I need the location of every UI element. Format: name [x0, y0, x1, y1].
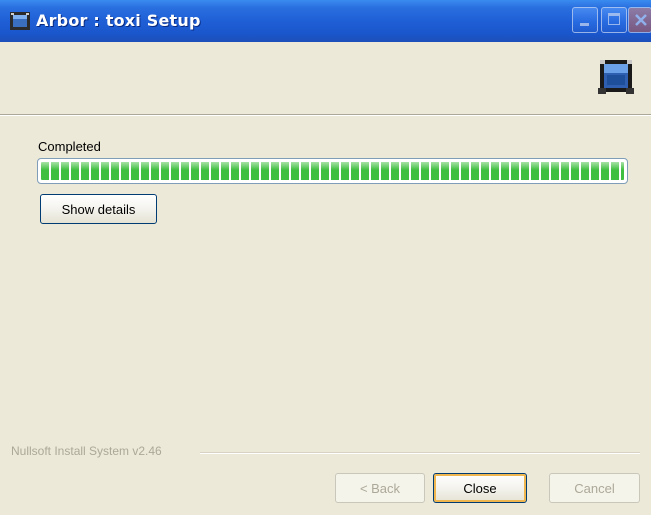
progress-fill — [41, 162, 624, 180]
installer-app-icon — [10, 12, 30, 30]
footer-divider — [200, 452, 640, 454]
back-button[interactable]: < Back — [335, 473, 425, 503]
branding-text: Nullsoft Install System v2.46 — [11, 444, 162, 458]
setup-window: Arbor : toxi Setup Completed Show detail… — [0, 0, 651, 515]
progress-bar — [37, 158, 628, 184]
maximize-button[interactable] — [601, 7, 627, 33]
show-details-button[interactable]: Show details — [40, 194, 157, 224]
title-bar[interactable]: Arbor : toxi Setup — [0, 0, 651, 42]
window-title: Arbor : toxi Setup — [36, 11, 201, 30]
minimize-button[interactable] — [572, 7, 598, 33]
close-icon — [635, 14, 647, 26]
header-panel — [0, 42, 651, 116]
cancel-button[interactable]: Cancel — [549, 473, 640, 503]
status-label: Completed — [38, 139, 101, 154]
close-window-button[interactable] — [628, 7, 651, 33]
close-button[interactable]: Close — [433, 473, 527, 503]
installer-icon — [598, 60, 634, 94]
